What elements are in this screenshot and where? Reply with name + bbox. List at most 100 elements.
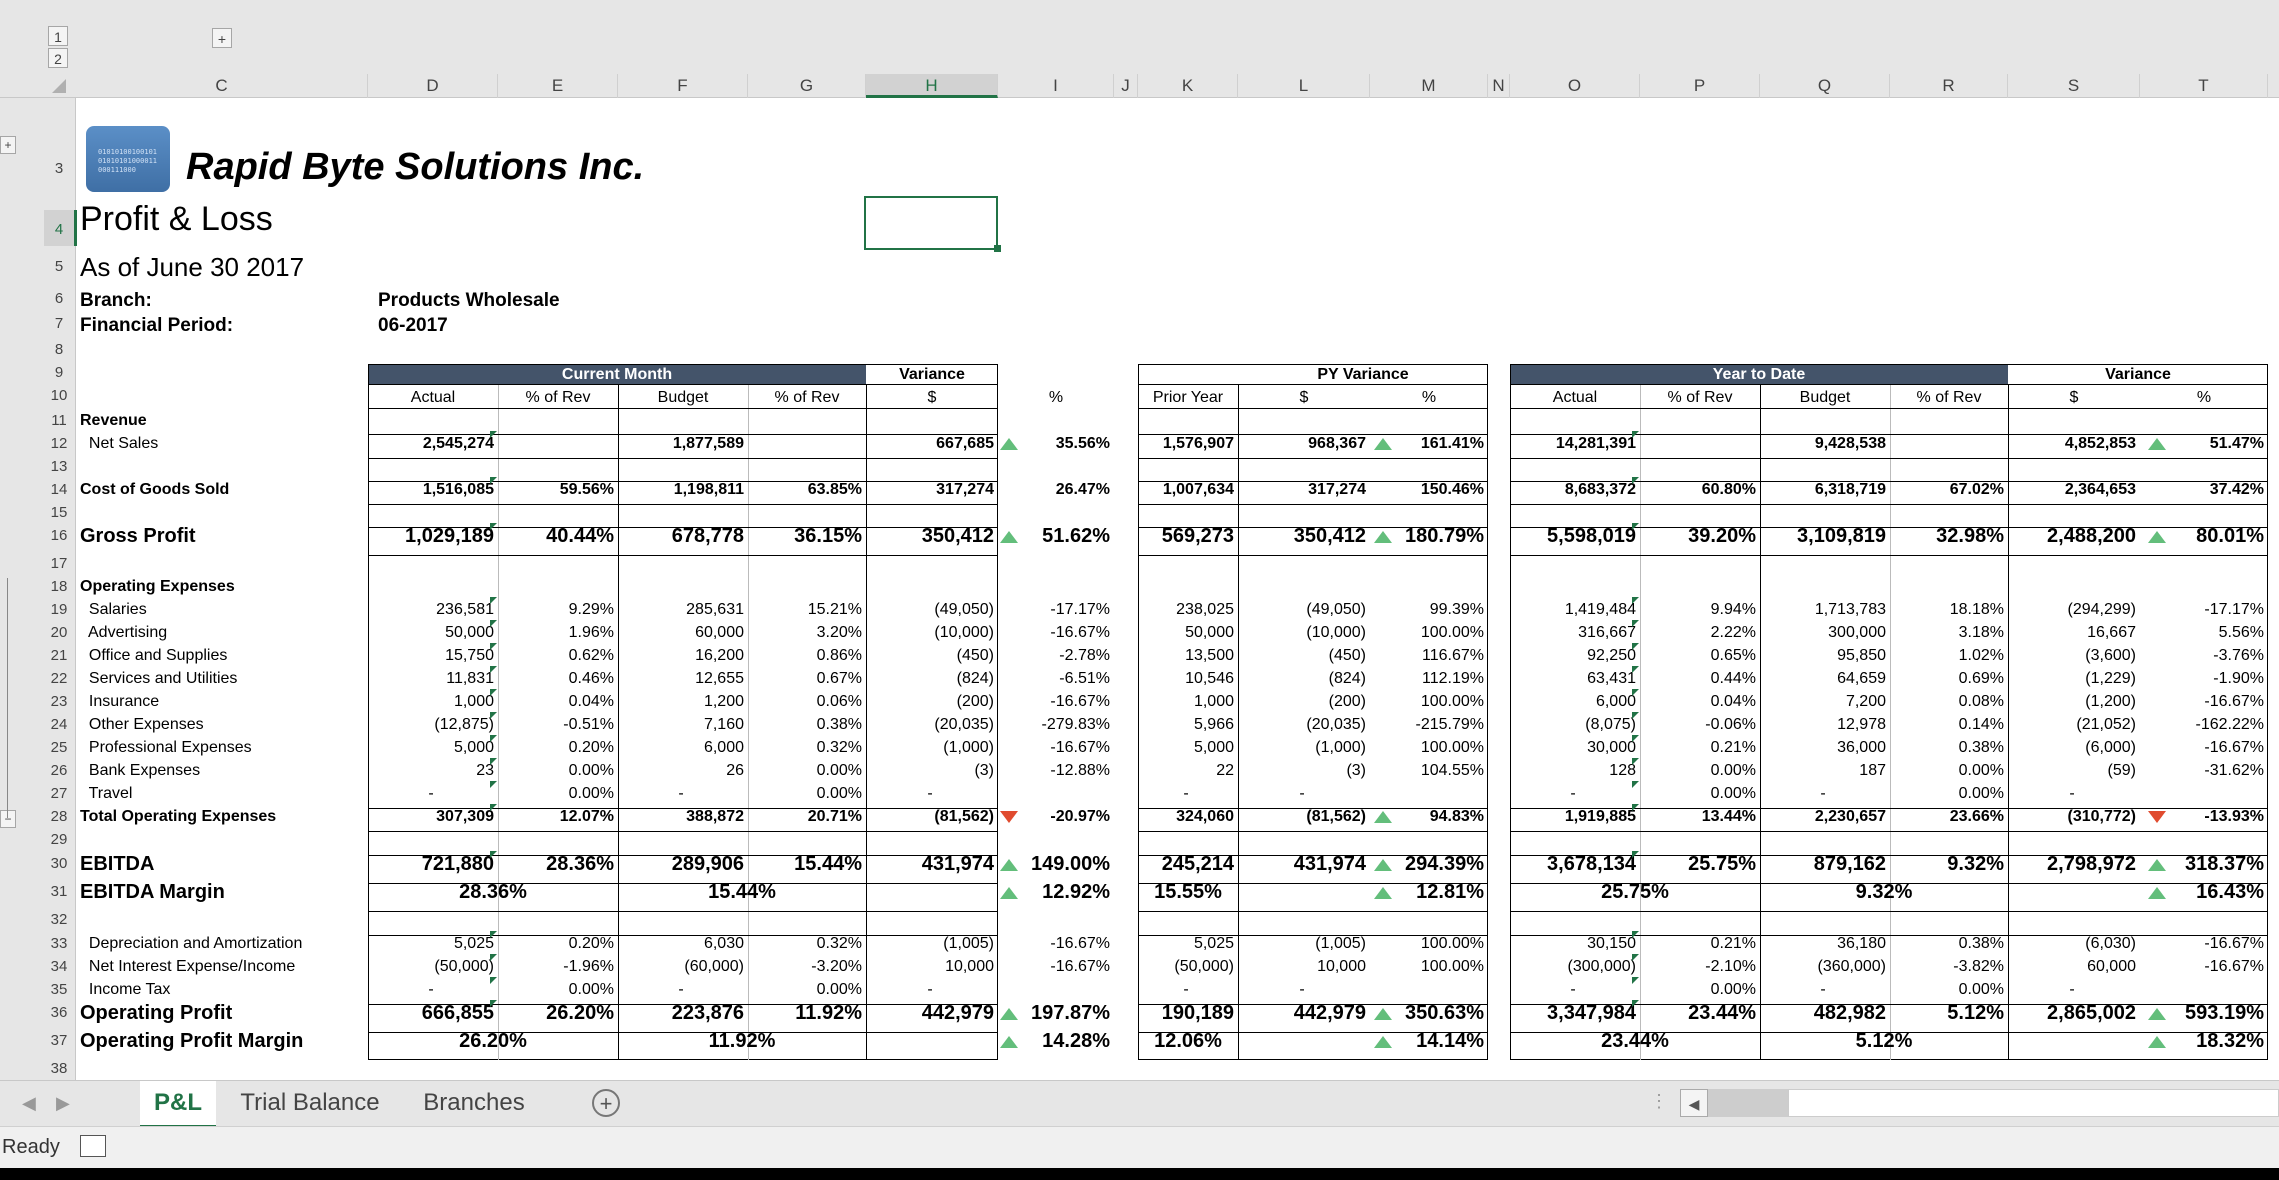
cell-s20: 16,667 <box>2087 624 2136 641</box>
tab-branches[interactable]: Branches <box>404 1081 544 1125</box>
cell-q36: 482,982 <box>1813 1002 1886 1024</box>
cell-comment-indicator <box>490 666 497 673</box>
cell-d14: 1,516,085 <box>422 481 494 498</box>
cell-q26: 187 <box>1859 762 1886 779</box>
row-label-37: Operating Profit Margin <box>80 1030 304 1052</box>
prev-sheet-icon[interactable]: ◀ <box>22 1093 36 1114</box>
horizontal-scrollbar-track[interactable] <box>1788 1089 2279 1117</box>
cell-e19: 9.29% <box>568 601 614 618</box>
cell-o25: 30,000 <box>1587 739 1636 756</box>
next-sheet-icon[interactable]: ▶ <box>56 1093 70 1114</box>
cell-h23: (200) <box>956 693 994 710</box>
row-divider <box>368 408 998 409</box>
add-sheet-icon[interactable]: + <box>592 1089 620 1117</box>
cell-o37: 23.44% <box>1601 1030 1669 1052</box>
cell-comment-indicator <box>490 851 497 858</box>
cell-s19: (294,299) <box>2067 601 2137 618</box>
cell-q19: 1,713,783 <box>1814 601 1886 618</box>
cell-comment-indicator <box>490 431 497 438</box>
cell-s36: 2,865,002 <box>2047 1002 2136 1024</box>
cell-comment-indicator <box>490 712 497 719</box>
variance-up-arrow-icon <box>2148 531 2166 543</box>
variance-up-arrow-icon <box>1374 1036 1392 1048</box>
cell-comment-indicator <box>490 931 497 938</box>
cell-e28: 12.07% <box>559 808 614 825</box>
tab-pl[interactable]: P&L <box>140 1081 216 1128</box>
cell-h25: (1,000) <box>943 739 994 756</box>
row-label-20: Advertising <box>80 624 168 641</box>
cell-e22: 0.46% <box>568 670 614 687</box>
cell-t26: -31.62% <box>2204 762 2264 779</box>
cell-d16: 1,029,189 <box>405 525 494 547</box>
cell-p14: 60.80% <box>1701 481 1756 498</box>
cell-f31: 15.44% <box>708 881 776 903</box>
cell-f37: 11.92% <box>708 1030 776 1052</box>
cell-h24: (20,035) <box>934 716 994 733</box>
cell-comment-indicator <box>490 954 497 961</box>
splitter-handle-icon[interactable]: ⋮ <box>1650 1091 1668 1112</box>
cell-s22: (1,229) <box>2085 670 2136 687</box>
row-divider <box>1510 458 2268 459</box>
cell-q27: - <box>1820 785 1826 802</box>
cell-q24: 12,978 <box>1837 716 1886 733</box>
row-divider <box>1510 384 2268 385</box>
row-label-24: Other Expenses <box>80 716 204 733</box>
column-header-15: % <box>2196 389 2212 406</box>
cell-k27: - <box>1183 785 1189 802</box>
cell-h35: - <box>927 981 933 998</box>
cell-i25: -16.67% <box>1050 739 1110 756</box>
cell-r27: 0.00% <box>1958 785 2004 802</box>
row-divider <box>1138 458 1488 459</box>
cell-o28: 1,919,885 <box>1564 808 1636 825</box>
row-label-26: Bank Expenses <box>80 762 201 779</box>
cell-l33: (1,005) <box>1315 935 1366 952</box>
cell-k31: 15.55% <box>1154 881 1222 903</box>
cell-f26: 26 <box>726 762 744 779</box>
variance-up-arrow-icon <box>1374 1008 1392 1020</box>
cell-l21: (450) <box>1328 647 1366 664</box>
column-header-7: Prior Year <box>1152 389 1224 406</box>
ytd-variance-header: Variance <box>2105 366 2171 383</box>
cell-s33: (6,030) <box>2085 935 2136 952</box>
cell-g35: 0.00% <box>816 981 862 998</box>
cell-l26: (3) <box>1346 762 1366 779</box>
cell-g30: 15.44% <box>794 853 862 875</box>
cell-h21: (450) <box>956 647 994 664</box>
cell-s34: 60,000 <box>2087 958 2136 975</box>
row-label-35: Income Tax <box>80 981 171 998</box>
variance-up-arrow-icon <box>2148 887 2166 899</box>
cell-s21: (3,600) <box>2085 647 2136 664</box>
cell-d28: 307,309 <box>436 808 494 825</box>
cell-q16: 3,109,819 <box>1797 525 1886 547</box>
cell-s25: (6,000) <box>2085 739 2136 756</box>
cell-s24: (21,052) <box>2076 716 2136 733</box>
cell-k19: 238,025 <box>1176 601 1234 618</box>
cell-comment-indicator <box>1632 781 1639 788</box>
macro-record-icon[interactable] <box>80 1135 106 1157</box>
variance-up-arrow-icon <box>1374 859 1392 871</box>
row-label-34: Net Interest Expense/Income <box>80 958 296 975</box>
cell-k34: (50,000) <box>1174 958 1234 975</box>
cell-l34: 10,000 <box>1317 958 1366 975</box>
cell-comment-indicator <box>490 735 497 742</box>
cell-p34: -2.10% <box>1705 958 1756 975</box>
cell-l28: (81,562) <box>1306 808 1366 825</box>
row-label-33: Depreciation and Amortization <box>80 935 303 952</box>
variance-up-arrow-icon <box>1000 531 1018 543</box>
cell-f34: (60,000) <box>684 958 744 975</box>
scroll-left-icon[interactable]: ◀ <box>1680 1089 1708 1117</box>
cell-g19: 15.21% <box>807 601 862 618</box>
cell-t19: -17.17% <box>2204 601 2264 618</box>
row-divider <box>1138 555 1488 556</box>
cell-h33: (1,005) <box>943 935 994 952</box>
variance-down-arrow-icon <box>2148 811 2166 823</box>
cell-h19: (49,050) <box>934 601 994 618</box>
variance-up-arrow-icon <box>1000 438 1018 450</box>
cell-s35: - <box>2069 981 2075 998</box>
row-divider <box>1138 831 1488 832</box>
cell-g34: -3.20% <box>811 958 862 975</box>
cell-comment-indicator <box>490 758 497 765</box>
tab-trial-balance[interactable]: Trial Balance <box>222 1081 398 1125</box>
horizontal-scrollbar-thumb[interactable] <box>1708 1089 1788 1117</box>
row-divider <box>1510 408 2268 409</box>
